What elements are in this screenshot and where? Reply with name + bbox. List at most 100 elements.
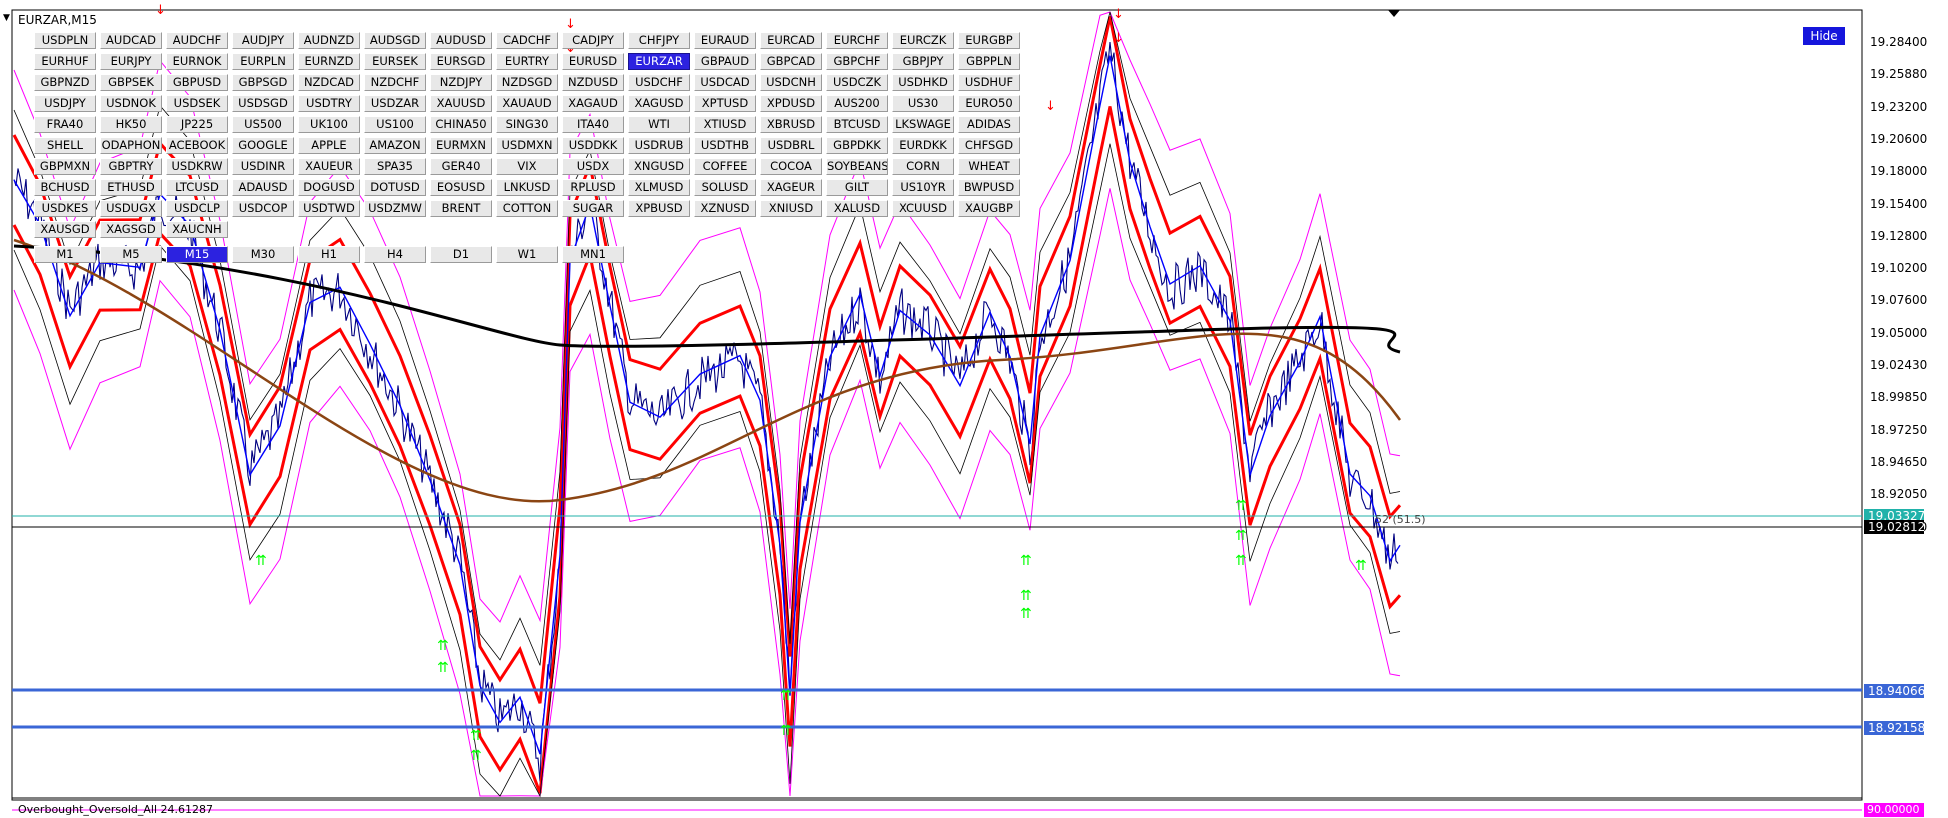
symbol-button-uk100[interactable]: UK100 [298, 116, 360, 133]
symbol-button-eurzar[interactable]: EURZAR [628, 53, 690, 70]
symbol-button-ita40[interactable]: ITA40 [562, 116, 624, 133]
symbol-button-nzdsgd[interactable]: NZDSGD [496, 74, 558, 91]
chart-menu-arrow-icon[interactable]: ▼ [3, 13, 10, 23]
symbol-button-amazon[interactable]: AMAZON [364, 137, 426, 154]
symbol-button-euraud[interactable]: EURAUD [694, 32, 756, 49]
symbol-button-vix[interactable]: VIX [496, 158, 558, 175]
symbol-button-xngusd[interactable]: XNGUSD [628, 158, 690, 175]
timeframe-button-m1[interactable]: M1 [34, 246, 96, 263]
symbol-button-xagsgd[interactable]: XAGSGD [100, 221, 162, 238]
symbol-button-spa35[interactable]: SPA35 [364, 158, 426, 175]
symbol-button-usdzmw[interactable]: USDZMW [364, 200, 426, 217]
symbol-button-cocoa[interactable]: COCOA [760, 158, 822, 175]
timeframe-button-m30[interactable]: M30 [232, 246, 294, 263]
symbol-button-nzdusd[interactable]: NZDUSD [562, 74, 624, 91]
symbol-button-gbpmxn[interactable]: GBPMXN [34, 158, 96, 175]
symbol-button-xageur[interactable]: XAGEUR [760, 179, 822, 196]
symbol-button-usdcop[interactable]: USDCOP [232, 200, 294, 217]
symbol-button-eurgbp[interactable]: EURGBP [958, 32, 1020, 49]
symbol-button-gbpdkk[interactable]: GBPDKK [826, 137, 888, 154]
symbol-button-btcusd[interactable]: BTCUSD [826, 116, 888, 133]
symbol-button-nzdcad[interactable]: NZDCAD [298, 74, 360, 91]
symbol-button-cadjpy[interactable]: CADJPY [562, 32, 624, 49]
symbol-button-us10yr[interactable]: US10YR [892, 179, 954, 196]
symbol-button-eurnzd[interactable]: EURNZD [298, 53, 360, 70]
symbol-button-corn[interactable]: CORN [892, 158, 954, 175]
symbol-button-usdugx[interactable]: USDUGX [100, 200, 162, 217]
symbol-button-usdjpy[interactable]: USDJPY [34, 95, 96, 112]
symbol-button-xaucnh[interactable]: XAUCNH [166, 221, 228, 238]
symbol-button-aus200[interactable]: AUS200 [826, 95, 888, 112]
timeframe-button-mn1[interactable]: MN1 [562, 246, 624, 263]
symbol-button-xalusd[interactable]: XALUSD [826, 200, 888, 217]
symbol-button-audusd[interactable]: AUDUSD [430, 32, 492, 49]
symbol-button-audnzd[interactable]: AUDNZD [298, 32, 360, 49]
hline-2-price-tag[interactable]: 18.92158 [1864, 721, 1925, 735]
symbol-button-ger40[interactable]: GER40 [430, 158, 492, 175]
symbol-button-sugar[interactable]: SUGAR [562, 200, 624, 217]
symbol-button-eurtry[interactable]: EURTRY [496, 53, 558, 70]
symbol-button-usdhuf[interactable]: USDHUF [958, 74, 1020, 91]
symbol-button-usdtwd[interactable]: USDTWD [298, 200, 360, 217]
symbol-button-dotusd[interactable]: DOTUSD [364, 179, 426, 196]
symbol-button-bwpusd[interactable]: BWPUSD [958, 179, 1020, 196]
symbol-button-cadchf[interactable]: CADCHF [496, 32, 558, 49]
symbol-button-gbptry[interactable]: GBPTRY [100, 158, 162, 175]
symbol-button-fra40[interactable]: FRA40 [34, 116, 96, 133]
timeframe-button-h4[interactable]: H4 [364, 246, 426, 263]
symbol-button-eurdkk[interactable]: EURDKK [892, 137, 954, 154]
symbol-button-usdkrw[interactable]: USDKRW [166, 158, 228, 175]
symbol-button-usdthb[interactable]: USDTHB [694, 137, 756, 154]
symbol-button-lkswage[interactable]: LKSWAGE [892, 116, 954, 133]
symbol-button-gbpsek[interactable]: GBPSEK [100, 74, 162, 91]
symbol-button-usdnok[interactable]: USDNOK [100, 95, 162, 112]
symbol-button-nzdchf[interactable]: NZDCHF [364, 74, 426, 91]
symbol-button-eurcad[interactable]: EURCAD [760, 32, 822, 49]
symbol-button-eurusd[interactable]: EURUSD [562, 53, 624, 70]
symbol-button-xcuusd[interactable]: XCUUSD [892, 200, 954, 217]
timeframe-button-m15[interactable]: M15 [166, 246, 228, 263]
symbol-button-cotton[interactable]: COTTON [496, 200, 558, 217]
symbol-button-usdrub[interactable]: USDRUB [628, 137, 690, 154]
symbol-button-wti[interactable]: WTI [628, 116, 690, 133]
symbol-button-audchf[interactable]: AUDCHF [166, 32, 228, 49]
symbol-button-wheat[interactable]: WHEAT [958, 158, 1020, 175]
timeframe-button-m5[interactable]: M5 [100, 246, 162, 263]
symbol-button-xtiusd[interactable]: XTIUSD [694, 116, 756, 133]
hline-1-price-tag[interactable]: 18.94066 [1864, 684, 1925, 698]
symbol-button-xniusd[interactable]: XNIUSD [760, 200, 822, 217]
symbol-button-xauusd[interactable]: XAUUSD [430, 95, 492, 112]
symbol-button-ethusd[interactable]: ETHUSD [100, 179, 162, 196]
symbol-button-usddkk[interactable]: USDDKK [562, 137, 624, 154]
symbol-button-chfsgd[interactable]: CHFSGD [958, 137, 1020, 154]
shift-marker-icon[interactable] [1388, 10, 1400, 17]
symbol-button-usdsgd[interactable]: USDSGD [232, 95, 294, 112]
symbol-button-soybeans[interactable]: SOYBEANS [826, 158, 888, 175]
symbol-button-audsgd[interactable]: AUDSGD [364, 32, 426, 49]
symbol-button-usdinr[interactable]: USDINR [232, 158, 294, 175]
symbol-button-eursek[interactable]: EURSEK [364, 53, 426, 70]
symbol-button-xptusd[interactable]: XPTUSD [694, 95, 756, 112]
symbol-button-usdcnh[interactable]: USDCNH [760, 74, 822, 91]
symbol-button-usdpln[interactable]: USDPLN [34, 32, 96, 49]
symbol-button-gbpusd[interactable]: GBPUSD [166, 74, 228, 91]
symbol-button-audcad[interactable]: AUDCAD [100, 32, 162, 49]
symbol-button-eurnok[interactable]: EURNOK [166, 53, 228, 70]
symbol-button-us500[interactable]: US500 [232, 116, 294, 133]
symbol-button-xaugbp[interactable]: XAUGBP [958, 200, 1020, 217]
symbol-button-rplusd[interactable]: RPLUSD [562, 179, 624, 196]
symbol-button-us100[interactable]: US100 [364, 116, 426, 133]
symbol-button-lnkusd[interactable]: LNKUSD [496, 179, 558, 196]
symbol-button-adidas[interactable]: ADIDAS [958, 116, 1020, 133]
symbol-button-odaphon[interactable]: ODAPHON [100, 137, 162, 154]
symbol-button-gbpsgd[interactable]: GBPSGD [232, 74, 294, 91]
symbol-button-eurmxn[interactable]: EURMXN [430, 137, 492, 154]
symbol-button-xagaud[interactable]: XAGAUD [562, 95, 624, 112]
symbol-button-gbpnzd[interactable]: GBPNZD [34, 74, 96, 91]
symbol-button-apple[interactable]: APPLE [298, 137, 360, 154]
symbol-button-brent[interactable]: BRENT [430, 200, 492, 217]
timeframe-button-w1[interactable]: W1 [496, 246, 558, 263]
symbol-button-eurchf[interactable]: EURCHF [826, 32, 888, 49]
symbol-button-usdmxn[interactable]: USDMXN [496, 137, 558, 154]
symbol-button-dogusd[interactable]: DOGUSD [298, 179, 360, 196]
